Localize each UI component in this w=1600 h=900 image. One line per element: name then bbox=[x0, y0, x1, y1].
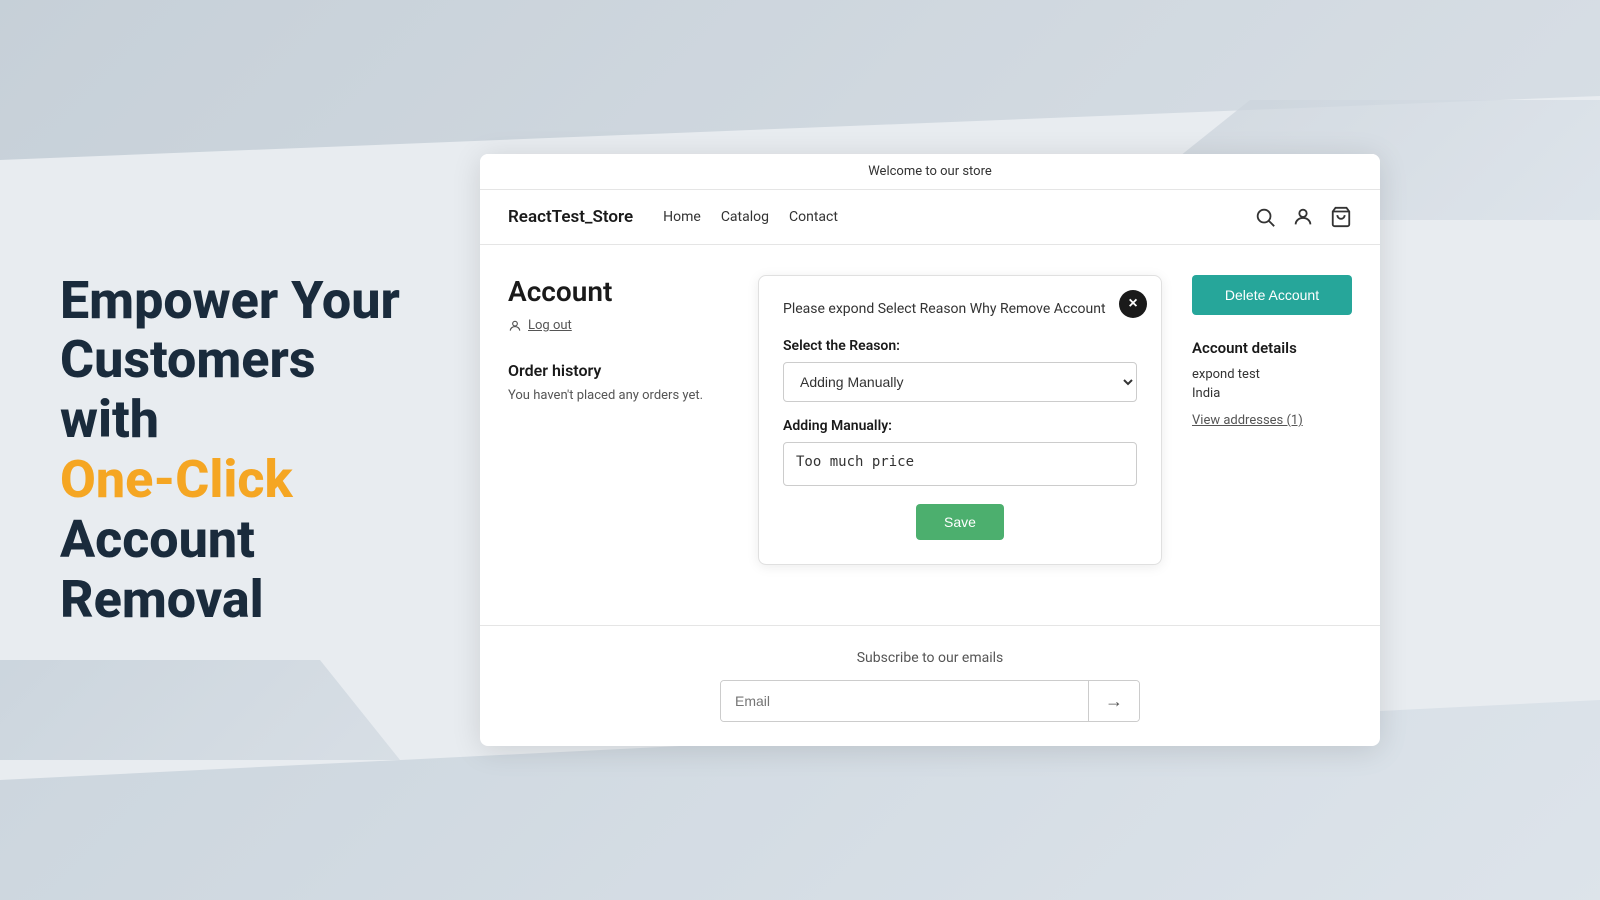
promo-title: Empower Your Customers with One-Click Ac… bbox=[60, 271, 400, 630]
promo-line2: Customers with bbox=[60, 329, 316, 450]
promo-line3: Account bbox=[60, 509, 255, 570]
order-history-title: Order history bbox=[508, 361, 728, 380]
account-title: Account bbox=[508, 275, 728, 308]
store-window: Welcome to our store ReactTest_Store Hom… bbox=[480, 154, 1380, 746]
account-country: India bbox=[1192, 386, 1352, 401]
adding-manually-label: Adding Manually: bbox=[783, 418, 1137, 434]
subscribe-form: → bbox=[720, 680, 1140, 722]
store-header: ReactTest_Store Home Catalog Contact bbox=[480, 190, 1380, 245]
reason-select[interactable]: Adding Manually Too expensive Bad servic… bbox=[783, 362, 1137, 402]
store-logo[interactable]: ReactTest_Store bbox=[508, 207, 633, 227]
logout-text: Log out bbox=[528, 318, 572, 333]
subscribe-email-input[interactable] bbox=[721, 681, 1088, 721]
search-icon[interactable] bbox=[1254, 206, 1276, 228]
promo-highlight: One-Click bbox=[60, 449, 293, 510]
select-reason-label: Select the Reason: bbox=[783, 338, 1137, 354]
announcement-bar: Welcome to our store bbox=[480, 154, 1380, 190]
logout-icon bbox=[508, 319, 522, 333]
save-button[interactable]: Save bbox=[916, 504, 1004, 540]
modal-close-button[interactable]: × bbox=[1119, 290, 1147, 318]
nav-contact[interactable]: Contact bbox=[789, 209, 838, 225]
page-wrapper: Empower Your Customers with One-Click Ac… bbox=[0, 0, 1600, 900]
account-details-section: Delete Account Account details expond te… bbox=[1192, 275, 1352, 595]
reason-textarea[interactable]: Too much price bbox=[783, 442, 1137, 486]
announcement-text: Welcome to our store bbox=[868, 164, 992, 179]
promo-line4: Removal bbox=[60, 569, 264, 630]
modal-overlay: × Please expond Select Reason Why Remove… bbox=[758, 275, 1162, 595]
account-details-title: Account details bbox=[1192, 339, 1352, 357]
promo-section: Empower Your Customers with One-Click Ac… bbox=[40, 251, 420, 650]
modal-title: Please expond Select Reason Why Remove A… bbox=[783, 300, 1137, 320]
delete-account-button[interactable]: Delete Account bbox=[1192, 275, 1352, 315]
promo-line1: Empower Your bbox=[60, 270, 400, 331]
modal-box: × Please expond Select Reason Why Remove… bbox=[758, 275, 1162, 565]
cart-icon[interactable] bbox=[1330, 206, 1352, 228]
subscribe-submit-button[interactable]: → bbox=[1088, 681, 1139, 721]
subscribe-title: Subscribe to our emails bbox=[508, 650, 1352, 666]
account-section: Account Log out Order history You haven'… bbox=[508, 275, 728, 595]
subscribe-section: Subscribe to our emails → bbox=[480, 625, 1380, 746]
header-icons bbox=[1254, 206, 1352, 228]
store-nav: Home Catalog Contact bbox=[663, 209, 838, 225]
account-icon[interactable] bbox=[1292, 206, 1314, 228]
store-main: Account Log out Order history You haven'… bbox=[480, 245, 1380, 625]
nav-catalog[interactable]: Catalog bbox=[721, 209, 769, 225]
order-history-empty: You haven't placed any orders yet. bbox=[508, 388, 728, 403]
logout-link[interactable]: Log out bbox=[508, 318, 728, 333]
account-name: expond test bbox=[1192, 367, 1352, 382]
view-addresses-link[interactable]: View addresses (1) bbox=[1192, 413, 1303, 428]
nav-home[interactable]: Home bbox=[663, 209, 701, 225]
